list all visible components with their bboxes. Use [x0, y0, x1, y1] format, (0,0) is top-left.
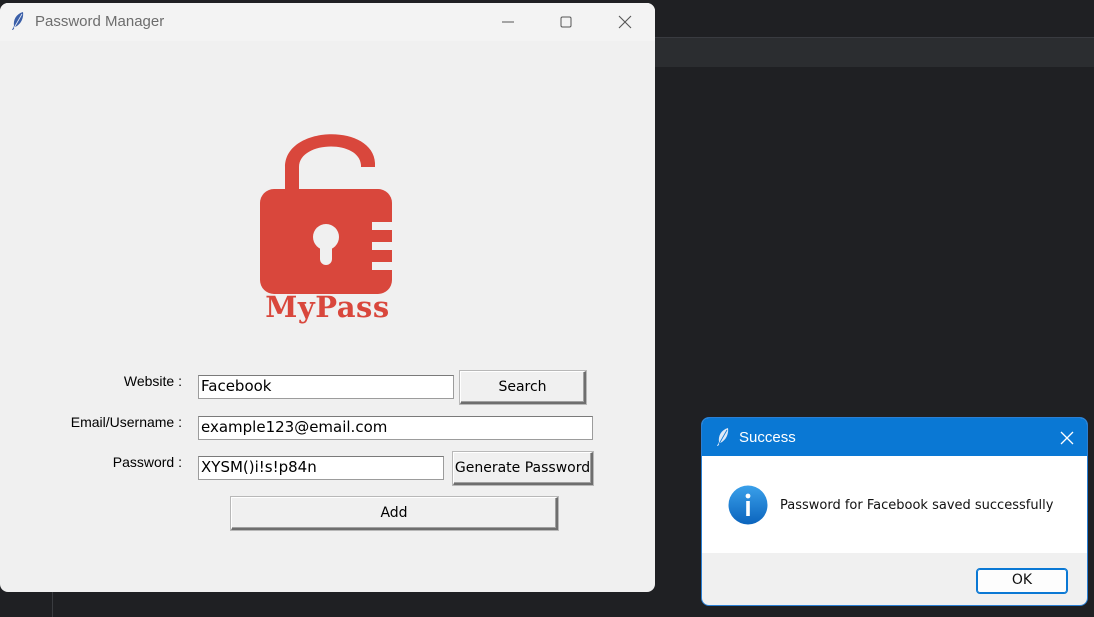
email-label: Email/Username :: [70, 414, 182, 430]
logo-text: MyPass: [265, 290, 390, 324]
email-input[interactable]: example123@email.com: [198, 416, 593, 440]
add-button[interactable]: Add: [231, 497, 558, 530]
password-manager-window: Password Manager MyPass Website : Facebo…: [0, 3, 655, 592]
close-icon: [618, 15, 632, 29]
success-dialog: Success Password for Facebook saved succ…: [701, 417, 1088, 606]
info-icon: [728, 485, 768, 525]
password-label: Password :: [112, 454, 182, 470]
ok-button[interactable]: OK: [976, 568, 1068, 594]
maximize-button[interactable]: [537, 3, 595, 41]
website-label: Website :: [123, 373, 182, 389]
feather-icon: [717, 428, 729, 446]
password-input[interactable]: XYSM()i!s!p84n: [198, 456, 444, 480]
minimize-icon: [502, 21, 514, 23]
feather-icon: [12, 12, 24, 30]
close-icon: [1060, 431, 1074, 445]
close-button[interactable]: [596, 3, 654, 41]
dialog-title-bar[interactable]: Success: [702, 418, 1087, 456]
title-bar[interactable]: Password Manager: [0, 3, 655, 41]
dialog-body: Password for Facebook saved successfully: [702, 456, 1087, 553]
window-title: Password Manager: [35, 13, 165, 30]
editor-gutter-line: [52, 592, 53, 617]
dialog-close-button[interactable]: [1052, 418, 1087, 456]
search-button[interactable]: Search: [460, 371, 586, 404]
maximize-icon: [560, 16, 572, 28]
website-input[interactable]: Facebook: [198, 375, 454, 399]
dialog-title: Success: [739, 429, 796, 446]
minimize-button[interactable]: [479, 3, 537, 41]
editor-tab-bar: [655, 38, 1094, 67]
dialog-message: Password for Facebook saved successfully: [780, 498, 1054, 513]
generate-password-button[interactable]: Generate Password: [453, 452, 593, 485]
